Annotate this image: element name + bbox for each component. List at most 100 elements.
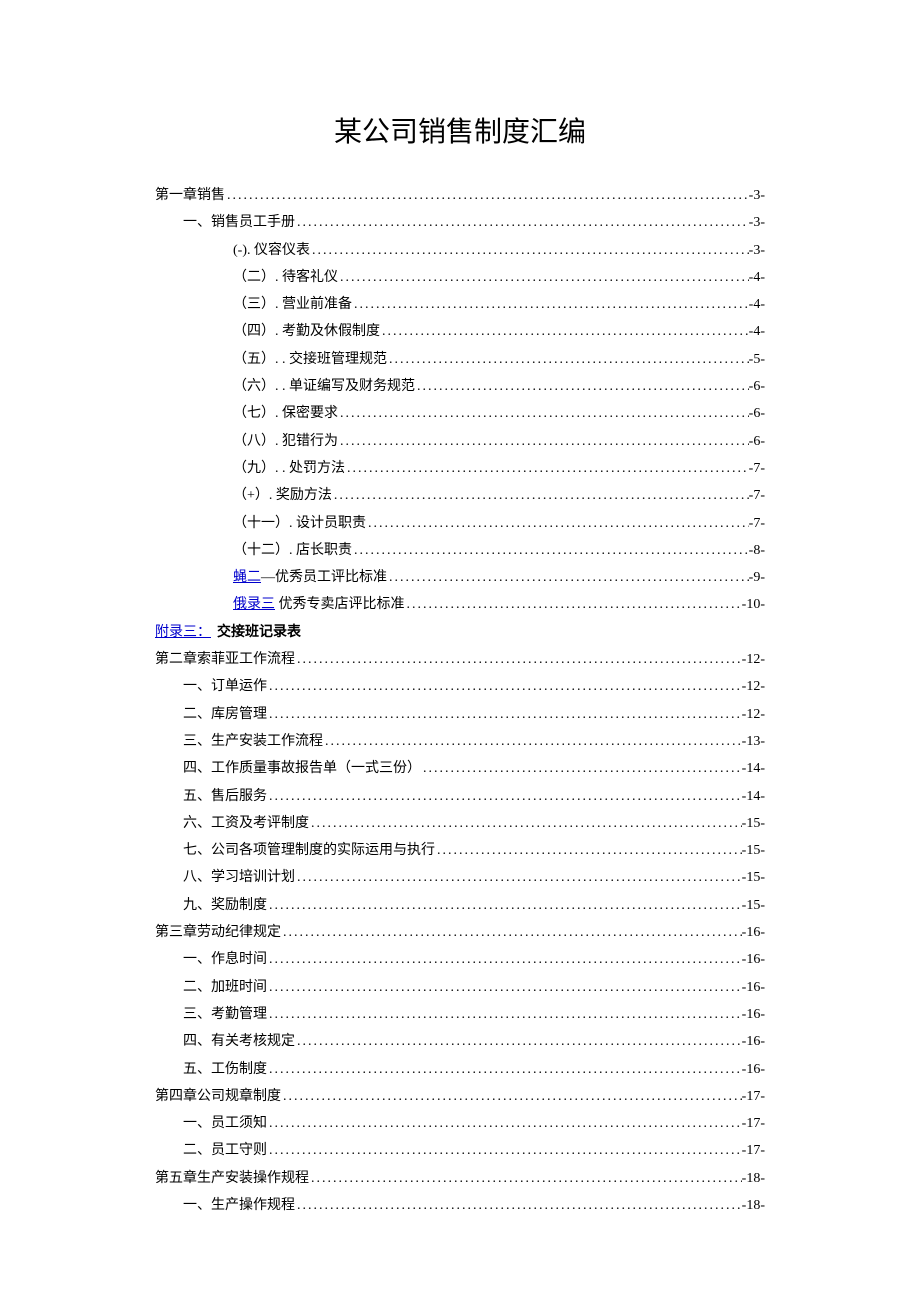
toc-leader-dots [295,209,749,236]
toc-entry: 四、工作质量事故报告单（一式三份） -14- [155,755,765,782]
toc-page-number: -17- [742,1110,765,1137]
toc-leader-dots [345,455,749,482]
toc-page-number: -16- [742,1028,765,1055]
toc-entry: 三、考勤管理 -16- [155,1001,765,1028]
toc-entry: （五）. . 交接班管理规范-5- [155,346,765,373]
toc-label: 三、考勤管理 [183,1001,267,1028]
toc-page-number: -3- [749,237,765,264]
toc-entry: 八、学习培训计划-15- [155,864,765,891]
toc-link-prefix[interactable]: 俄录三 [233,597,275,612]
toc-label: （八）. 犯错行为 [233,428,338,455]
toc-page-number: -4- [749,264,765,291]
toc-label: 六、工资及考评制度 [183,810,309,837]
toc-leader-dots [366,510,749,537]
toc-page-number: -6- [749,400,765,427]
toc-label: 第二章索菲亚工作流程 [155,646,295,673]
toc-leader-dots [309,810,742,837]
toc-leader-dots [387,564,749,591]
toc-entry: 一、作息时间 -16- [155,946,765,973]
toc-entry: （八）. 犯错行为 -6- [155,428,765,455]
toc-page-number: -15- [742,810,765,837]
toc-page-number: -18- [742,1192,765,1219]
toc-label: （三）. 营业前准备 [233,291,352,318]
toc-label: 第一章销售 [155,182,225,209]
toc-leader-dots [435,837,742,864]
toc-page-number: -16- [742,946,765,973]
toc-page-number: -16- [742,919,765,946]
appendix-link[interactable]: 附录三： [155,619,211,646]
toc-entry: （六）. . 单证编写及财务规范-6- [155,373,765,400]
toc-leader-dots [352,291,749,318]
toc-leader-dots [267,673,742,700]
toc-entry: （+）. 奖励方法-7- [155,482,765,509]
toc-label: （六）. . 单证编写及财务规范 [233,373,415,400]
toc-leader-dots [267,1056,742,1083]
toc-label: （九）. . 处罚方法 [233,455,345,482]
toc-label: （四）. 考勤及休假制度 [233,318,380,345]
toc-page-number: -16- [742,1056,765,1083]
toc-leader-dots [267,892,742,919]
toc-page-number: -5- [749,346,765,373]
toc-leader-dots [295,1192,742,1219]
toc-entry: 俄录三 优秀专卖店评比标准-10- [155,591,765,618]
toc-leader-dots [295,646,742,673]
toc-entry: 二、员工守则-17- [155,1137,765,1164]
toc-leader-dots [338,428,749,455]
toc-entry: 一、销售员工手册-3- [155,209,765,236]
toc-page-number: -6- [749,428,765,455]
toc-entry: 九、奖励制度 -15- [155,892,765,919]
toc-page-number: -4- [749,318,765,345]
toc-entry: (-). 仪容仪表-3- [155,237,765,264]
toc-page-number: -13- [742,728,765,755]
toc-page-number: -15- [742,892,765,919]
toc-entry: 第三章劳动纪律规定-16- [155,919,765,946]
toc-page-number: -12- [742,646,765,673]
toc-leader-dots [323,728,742,755]
toc-entry: 二、加班时间-16- [155,974,765,1001]
toc-label: 五、售后服务 [183,783,267,810]
toc-entry: （三）. 营业前准备-4- [155,291,765,318]
appendix-entry: 附录三：交接班记录表 [155,619,765,646]
toc-label: 七、公司各项管理制度的实际运用与执行 [183,837,435,864]
toc-leader-dots [225,182,749,209]
toc-page-number: -8- [749,537,765,564]
toc-page-number: -17- [742,1083,765,1110]
toc-leader-dots [267,1001,742,1028]
toc-page-number: -14- [742,755,765,782]
toc-entry: 蝇二—优秀员工评比标准-9- [155,564,765,591]
toc-link-prefix[interactable]: 蝇二 [233,570,261,585]
toc-leader-dots [281,919,742,946]
toc-page-number: -12- [742,673,765,700]
toc-entry: 七、公司各项管理制度的实际运用与执行-15- [155,837,765,864]
toc-label: （+）. 奖励方法 [233,482,332,509]
toc-page-number: -12- [742,701,765,728]
toc-label: 九、奖励制度 [183,892,267,919]
toc-page-number: -16- [742,1001,765,1028]
toc-entry: 五、售后服务 -14- [155,783,765,810]
toc-page-number: -9- [749,564,765,591]
toc-entry: 四、有关考核规定-16- [155,1028,765,1055]
toc-label: （十二）. 店长职责 [233,537,352,564]
toc-label: 二、员工守则 [183,1137,267,1164]
toc-label: 四、工作质量事故报告单（一式三份） [183,755,421,782]
toc-leader-dots [267,701,742,728]
toc-entry: （十一）. 设计员职责-7- [155,510,765,537]
toc-leader-dots [380,318,749,345]
toc-entry: 一、生产操作规程 -18- [155,1192,765,1219]
toc-page-number: -14- [742,783,765,810]
toc-label: 二、加班时间 [183,974,267,1001]
toc-label: 第五章生产安装操作规程 [155,1165,309,1192]
toc-leader-dots [352,537,749,564]
toc-entry: （四）. 考勤及休假制度 -4- [155,318,765,345]
toc-label: 一、生产操作规程 [183,1192,295,1219]
toc-label: 一、作息时间 [183,946,267,973]
toc-entry: 一、员工须知-17- [155,1110,765,1137]
toc-label: （二）. 待客礼仪 [233,264,338,291]
toc-leader-dots [421,755,742,782]
toc-entry: 六、工资及考评制度 -15- [155,810,765,837]
toc-page-number: -7- [749,510,765,537]
toc-page-number: -18- [742,1165,765,1192]
toc-entry: （十二）. 店长职责 -8- [155,537,765,564]
toc-leader-dots [267,1137,742,1164]
toc-leader-dots [338,400,749,427]
